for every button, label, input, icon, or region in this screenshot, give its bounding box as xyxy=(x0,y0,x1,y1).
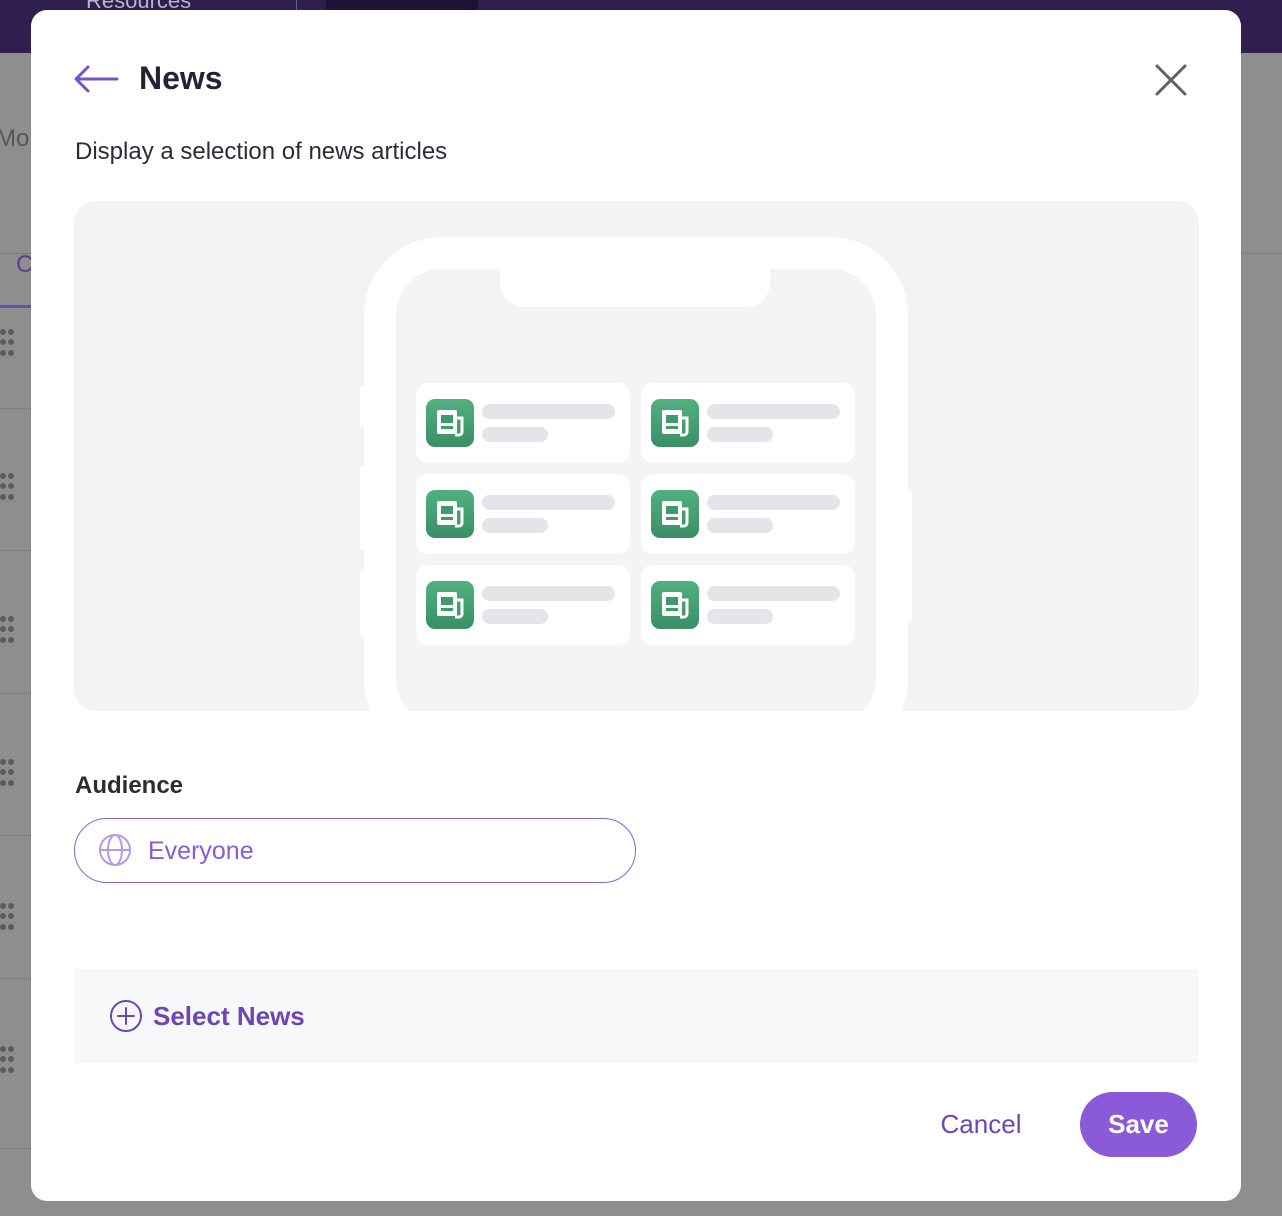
modal-title: News xyxy=(139,60,223,96)
phone-illustration xyxy=(364,237,908,711)
drag-handle-icon[interactable] xyxy=(0,616,14,644)
text-placeholder xyxy=(482,427,548,442)
news-card-placeholder xyxy=(416,565,630,645)
newspaper-icon xyxy=(651,399,699,447)
text-placeholder xyxy=(482,495,615,510)
newspaper-icon xyxy=(426,490,474,538)
divider xyxy=(0,408,32,409)
drag-handle-icon[interactable] xyxy=(0,1046,14,1074)
divider xyxy=(0,978,32,979)
divider xyxy=(0,550,32,551)
news-card-placeholder xyxy=(641,565,855,645)
back-button[interactable] xyxy=(71,62,121,96)
arrow-left-icon xyxy=(74,65,119,93)
news-widget-modal: News Display a selection of news article… xyxy=(31,10,1241,1201)
text-placeholder xyxy=(707,518,773,533)
divider xyxy=(0,693,32,694)
drag-handle-icon[interactable] xyxy=(0,759,14,787)
divider xyxy=(0,253,32,254)
plus-circle-icon xyxy=(110,1000,142,1032)
save-button[interactable]: Save xyxy=(1080,1092,1197,1157)
text-placeholder xyxy=(482,404,615,419)
news-card-placeholder xyxy=(641,383,855,463)
cancel-button[interactable]: Cancel xyxy=(911,1092,1051,1156)
divider xyxy=(0,1148,32,1149)
divider xyxy=(1241,253,1282,254)
text-placeholder xyxy=(482,609,548,624)
divider xyxy=(0,835,32,836)
drag-handle-icon[interactable] xyxy=(0,329,14,357)
audience-label: Audience xyxy=(75,772,184,799)
newspaper-icon xyxy=(426,399,474,447)
select-news-panel: Select News xyxy=(74,969,1199,1063)
nav-admin[interactable] xyxy=(326,0,478,10)
tab-underline xyxy=(0,305,32,308)
newspaper-icon xyxy=(651,490,699,538)
audience-selector[interactable]: Everyone xyxy=(74,818,636,883)
text-placeholder xyxy=(707,586,840,601)
audience-value: Everyone xyxy=(148,837,254,865)
text-placeholder xyxy=(707,427,773,442)
close-icon xyxy=(1155,64,1187,96)
close-button[interactable] xyxy=(1151,60,1191,100)
phone-notch xyxy=(500,267,770,307)
drag-handle-icon[interactable] xyxy=(0,473,14,501)
globe-icon xyxy=(99,834,131,866)
newspaper-icon xyxy=(651,581,699,629)
text-placeholder xyxy=(707,495,840,510)
modal-subtitle: Display a selection of news articles xyxy=(75,138,448,165)
text-placeholder xyxy=(482,586,615,601)
select-news-button[interactable]: Select News xyxy=(109,998,305,1034)
news-card-placeholder xyxy=(641,474,855,554)
text-placeholder xyxy=(707,404,840,419)
text-placeholder xyxy=(707,609,773,624)
widget-preview xyxy=(74,201,1199,711)
newspaper-icon xyxy=(426,581,474,629)
text-placeholder xyxy=(482,518,548,533)
select-news-label: Select News xyxy=(153,1000,305,1031)
news-card-placeholder xyxy=(416,474,630,554)
drag-handle-icon[interactable] xyxy=(0,903,14,931)
news-card-placeholder xyxy=(416,383,630,463)
